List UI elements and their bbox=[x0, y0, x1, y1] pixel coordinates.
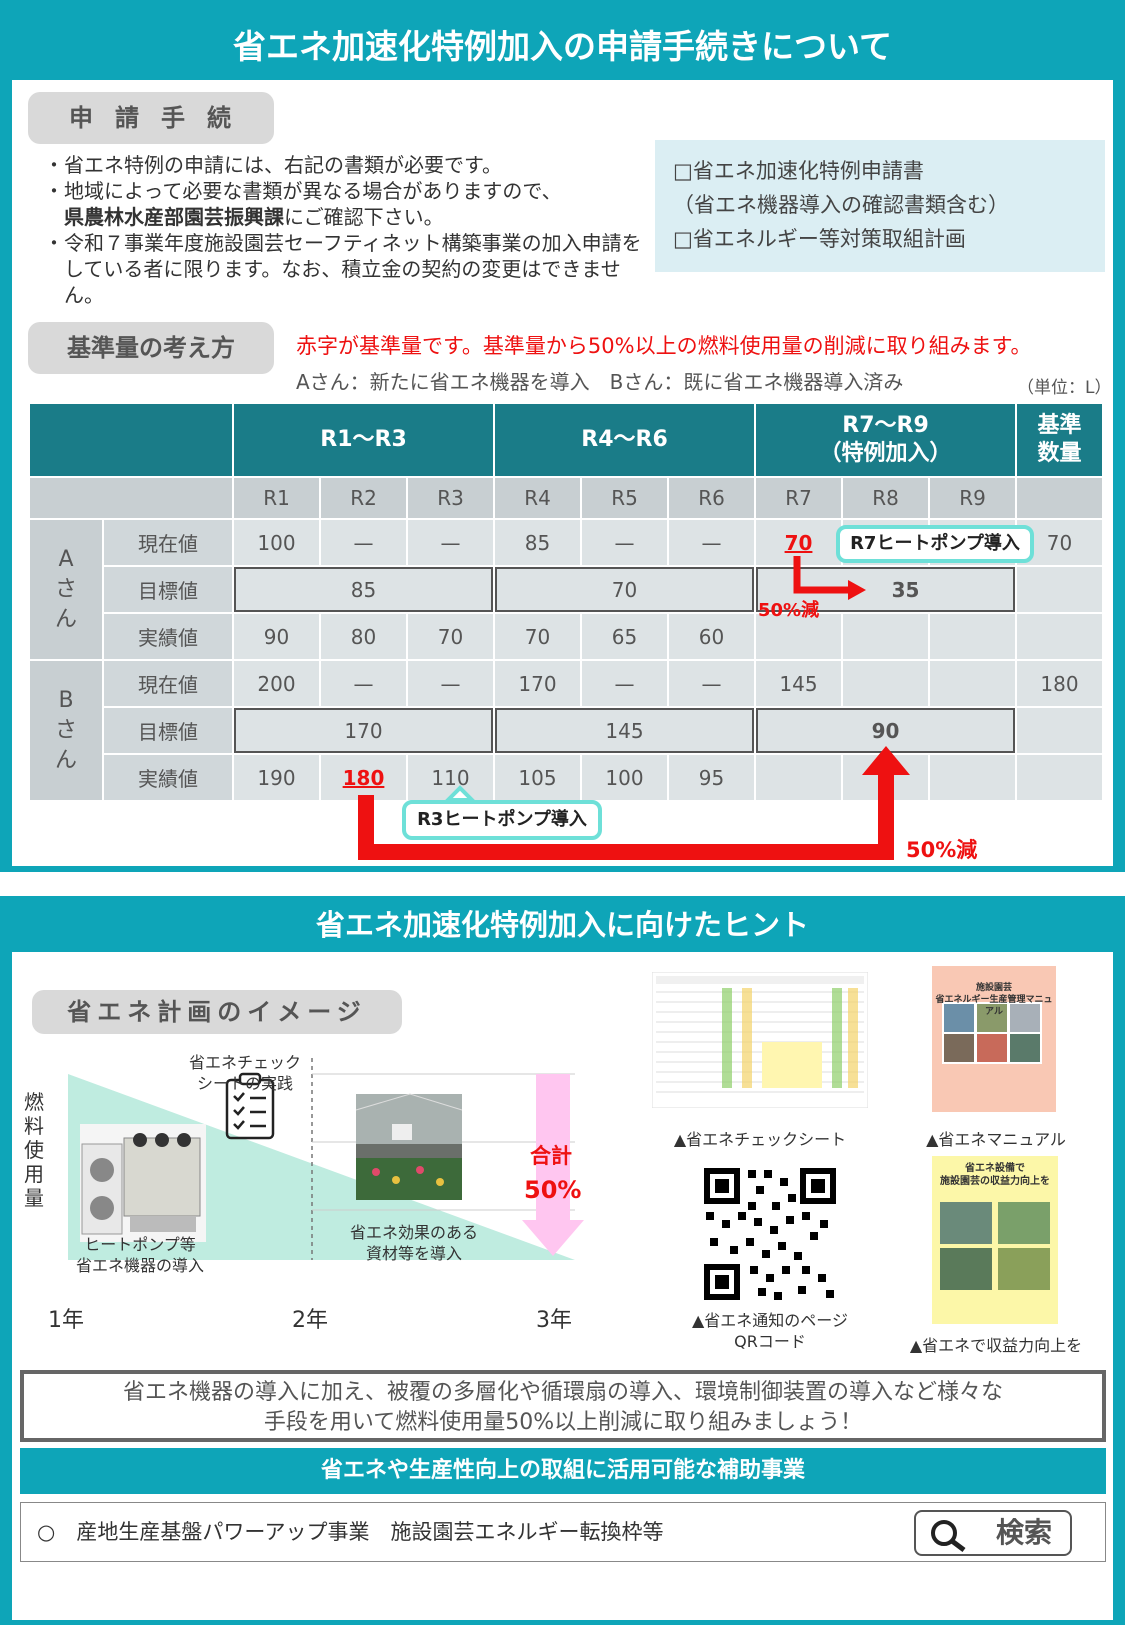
x-tick-3: 3年 bbox=[536, 1308, 572, 1333]
reduce-a-label: 50%減 bbox=[758, 600, 820, 621]
manual-caption: ▲省エネマニュアル bbox=[926, 1130, 1066, 1149]
heat-pump-image bbox=[80, 1124, 206, 1242]
manual-title: 施設園芸 省エネルギー生産管理マニュアル bbox=[935, 983, 1053, 1017]
arrow-a-head bbox=[848, 580, 866, 600]
qr-caption: ▲省エネ通知のページ QRコード bbox=[692, 1311, 848, 1351]
message-box: 省エネ機器の導入に加え、被覆の多層化や循環扇の導入、環境制御装置の導入など様々な… bbox=[20, 1370, 1106, 1442]
heat-pump-label: ヒートポンプ等 省エネ機器の導入 bbox=[75, 1235, 204, 1275]
material-label: 省エネ効果のある 資材等を導入 bbox=[349, 1223, 478, 1263]
check-sheet-caption: ▲省エネチェックシート bbox=[673, 1130, 847, 1149]
check-sheet-thumbnail[interactable] bbox=[652, 972, 868, 1108]
x-tick-1: 1年 bbox=[48, 1308, 84, 1333]
total-value: 50% bbox=[524, 1176, 582, 1204]
message-line-2: 手段を用いて燃料使用量50%以上削減に取り組みましょう！ bbox=[263, 1410, 863, 1435]
profit-title: 省エネ設備で 施設園芸の収益力向上を bbox=[940, 1163, 1050, 1187]
arrow-b-head bbox=[862, 746, 910, 775]
qr-code[interactable] bbox=[702, 1166, 838, 1302]
plan-image-pill: 省エネ計画のイメージ bbox=[32, 990, 402, 1034]
table-arrows bbox=[358, 556, 910, 860]
callout-b: R3ヒートポンプ導入 bbox=[402, 800, 602, 840]
total-label: 合計 bbox=[530, 1144, 572, 1168]
search-icon bbox=[931, 1520, 966, 1552]
greenhouse-image bbox=[355, 1093, 463, 1200]
reduce-b-label: 50%減 bbox=[906, 838, 978, 862]
hints-title: 省エネ加速化特例加入に向けたヒント bbox=[315, 908, 809, 942]
message-line-1: 省エネ機器の導入に加え、被覆の多層化や循環扇の導入、環境制御装置の導入など様々な bbox=[122, 1380, 1003, 1405]
profit-caption: ▲省エネで収益力向上を bbox=[909, 1336, 1083, 1355]
x-tick-2: 2年 bbox=[292, 1308, 328, 1333]
callout-b-pointer bbox=[443, 785, 477, 802]
callout-a: R7ヒートポンプ導入 bbox=[836, 525, 1034, 563]
search-button[interactable]: 検索 bbox=[914, 1510, 1072, 1556]
subsidy-title: 省エネや生産性向上の取組に活用可能な補助事業 bbox=[20, 1448, 1106, 1494]
search-label: 検索 bbox=[995, 1516, 1052, 1549]
check-sheet-label: 省エネチェック シートの実践 bbox=[188, 1053, 301, 1093]
